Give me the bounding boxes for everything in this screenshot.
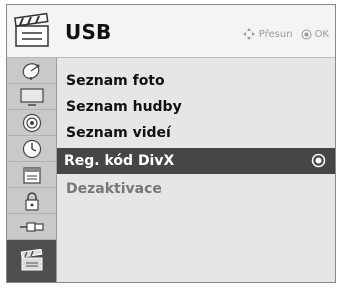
sidebar-item-audio[interactable]: [7, 110, 56, 136]
menu-item-label: Dezaktivace: [66, 181, 162, 197]
sidebar-item-usb[interactable]: [7, 240, 56, 282]
ok-button-icon: [301, 29, 312, 40]
calendar-icon: [22, 165, 42, 185]
sidebar-item-time[interactable]: [7, 136, 56, 162]
speaker-icon: [22, 113, 42, 133]
menu-header: USB Přesun OK: [7, 5, 335, 58]
hint-move-label: Přesun: [258, 28, 293, 40]
padlock-icon: [23, 191, 41, 211]
clock-icon: [22, 139, 42, 159]
navigation-hint: Přesun OK: [242, 27, 329, 41]
tv-screen-icon: [19, 87, 44, 106]
four-way-arrows-icon: [242, 27, 256, 41]
menu-item-photo-list[interactable]: Seznam foto: [57, 68, 335, 94]
hint-ok-label: OK: [314, 28, 329, 40]
menu-list: Seznam foto Seznam hudby Seznam videí Re…: [57, 58, 335, 282]
menu-item-label: Seznam hudby: [66, 99, 182, 115]
usb-menu-panel: USB Přesun OK Seznam foto Seznam hudby S…: [6, 4, 336, 283]
category-sidebar: [7, 58, 57, 282]
menu-item-label: Seznam videí: [66, 125, 171, 141]
menu-item-movie-list[interactable]: Seznam videí: [57, 120, 335, 146]
usb-plug-icon: [19, 219, 45, 235]
menu-item-label: Reg. kód DivX: [64, 153, 175, 169]
sidebar-item-input[interactable]: [7, 214, 56, 240]
sidebar-item-setup[interactable]: [7, 58, 56, 84]
clapperboard-icon: [14, 12, 50, 49]
sidebar-item-option[interactable]: [7, 162, 56, 188]
clapperboard-icon: [20, 249, 44, 271]
menu-item-music-list[interactable]: Seznam hudby: [57, 94, 335, 120]
sidebar-item-lock[interactable]: [7, 188, 56, 214]
sidebar-item-picture[interactable]: [7, 84, 56, 110]
menu-item-deactivation: Dezaktivace: [57, 176, 335, 202]
page-title: USB: [65, 20, 112, 44]
satellite-dish-icon: [21, 61, 43, 81]
menu-item-divx-reg-code[interactable]: Reg. kód DivX: [57, 148, 335, 174]
menu-item-label: Seznam foto: [66, 73, 165, 89]
ok-radio-icon: [311, 153, 326, 168]
